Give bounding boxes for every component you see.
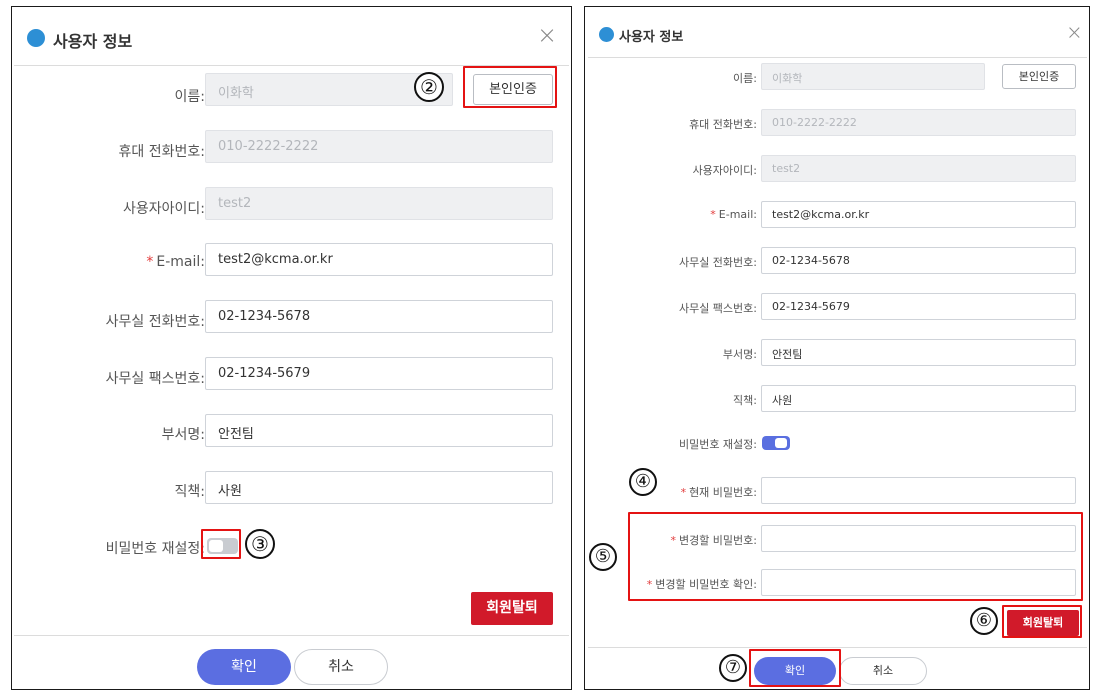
user-info-icon — [599, 27, 614, 42]
callout-6: ⑥ — [970, 607, 998, 635]
dialog-header: 사용자 정보 × — [14, 9, 569, 66]
callout-7: ⑦ — [719, 654, 747, 682]
dialog-title: 사용자 정보 — [53, 32, 133, 51]
name-field: 이화학 — [761, 63, 985, 90]
position-label: 직책: — [174, 484, 205, 500]
office-fax-label: 사무실 팩스번호: — [678, 302, 757, 315]
close-icon[interactable]: × — [537, 23, 557, 47]
email-field[interactable]: test2@kcma.or.kr — [761, 201, 1076, 228]
userid-field: test2 — [205, 187, 553, 220]
user-info-icon — [27, 29, 45, 47]
callout-2: ② — [414, 72, 444, 102]
password-reset-label: 비밀번호 재설정: — [678, 438, 757, 451]
position-label: 직책: — [733, 394, 757, 407]
annotation-box-confirm — [749, 649, 841, 687]
position-field[interactable]: 사원 — [761, 385, 1076, 412]
email-field[interactable]: test2@kcma.or.kr — [205, 243, 553, 276]
identity-verify-button[interactable]: 본인인증 — [1002, 64, 1076, 89]
cancel-button[interactable]: 취소 — [839, 657, 927, 685]
office-fax-label: 사무실 팩스번호: — [105, 371, 205, 387]
toggle-knob — [775, 438, 787, 448]
withdraw-button[interactable]: 회원탈퇴 — [471, 592, 553, 625]
name-label: 이름: — [174, 89, 205, 105]
user-info-dialog: 사용자 정보 × 이름: 이화학 본인인증 휴대 전화번호: 010-2222-… — [14, 9, 569, 687]
office-phone-label: 사무실 전화번호: — [678, 256, 757, 269]
mobile-label: 휴대 전화번호: — [118, 144, 205, 160]
email-label: * E-mail: — [710, 208, 757, 221]
annotation-box-withdraw — [1002, 605, 1082, 638]
position-field[interactable]: 사원 — [205, 471, 553, 504]
department-label: 부서명: — [161, 427, 205, 443]
required-asterisk: * — [710, 208, 716, 221]
cancel-button[interactable]: 취소 — [294, 649, 388, 685]
mobile-label: 휴대 전화번호: — [689, 118, 757, 131]
callout-4: ④ — [629, 468, 657, 496]
password-reset-toggle[interactable] — [762, 436, 790, 450]
department-field[interactable]: 안전팀 — [761, 339, 1076, 366]
dialog-header: 사용자 정보 × — [588, 10, 1087, 58]
department-field[interactable]: 안전팀 — [205, 414, 553, 447]
office-phone-label: 사무실 전화번호: — [105, 314, 205, 330]
current-password-field[interactable] — [761, 477, 1076, 504]
callout-3: ③ — [245, 529, 275, 559]
dialog-footer: 확인 취소 — [14, 635, 569, 687]
current-password-label: * 현재 비밀번호: — [681, 484, 757, 500]
name-label: 이름: — [733, 72, 757, 85]
office-phone-field[interactable]: 02-1234-5678 — [205, 300, 553, 333]
email-label-text: E-mail: — [156, 254, 205, 270]
confirm-button[interactable]: 확인 — [197, 649, 291, 685]
department-label: 부서명: — [722, 348, 757, 361]
required-asterisk: * — [146, 254, 154, 270]
mobile-field: 010-2222-2222 — [205, 130, 553, 163]
current-password-label-text: 현재 비밀번호: — [689, 486, 757, 499]
email-label: * E-mail: — [146, 254, 205, 270]
userid-label: 사용자아이디: — [123, 201, 205, 217]
office-phone-field[interactable]: 02-1234-5678 — [761, 247, 1076, 274]
callout-5: ⑤ — [589, 543, 617, 571]
office-fax-field[interactable]: 02-1234-5679 — [761, 293, 1076, 320]
annotation-box-new-password — [628, 512, 1083, 601]
annotation-box-toggle — [201, 529, 241, 559]
office-fax-field[interactable]: 02-1234-5679 — [205, 357, 553, 390]
close-icon[interactable]: × — [1066, 22, 1083, 42]
annotation-box-verify — [463, 66, 557, 108]
right-screenshot-frame: 사용자 정보 × 이름: 이화학 본인인증 휴대 전화번호: 010-2222-… — [584, 6, 1090, 690]
mobile-field: 010-2222-2222 — [761, 109, 1076, 136]
userid-label: 사용자아이디: — [692, 164, 757, 177]
email-label-text: E-mail: — [718, 208, 757, 221]
required-asterisk: * — [680, 486, 687, 499]
left-screenshot-frame: 사용자 정보 × 이름: 이화학 본인인증 휴대 전화번호: 010-2222-… — [11, 6, 572, 690]
password-reset-label: 비밀번호 재설정: — [105, 541, 205, 557]
userid-field: test2 — [761, 155, 1076, 182]
dialog-title: 사용자 정보 — [619, 30, 684, 45]
